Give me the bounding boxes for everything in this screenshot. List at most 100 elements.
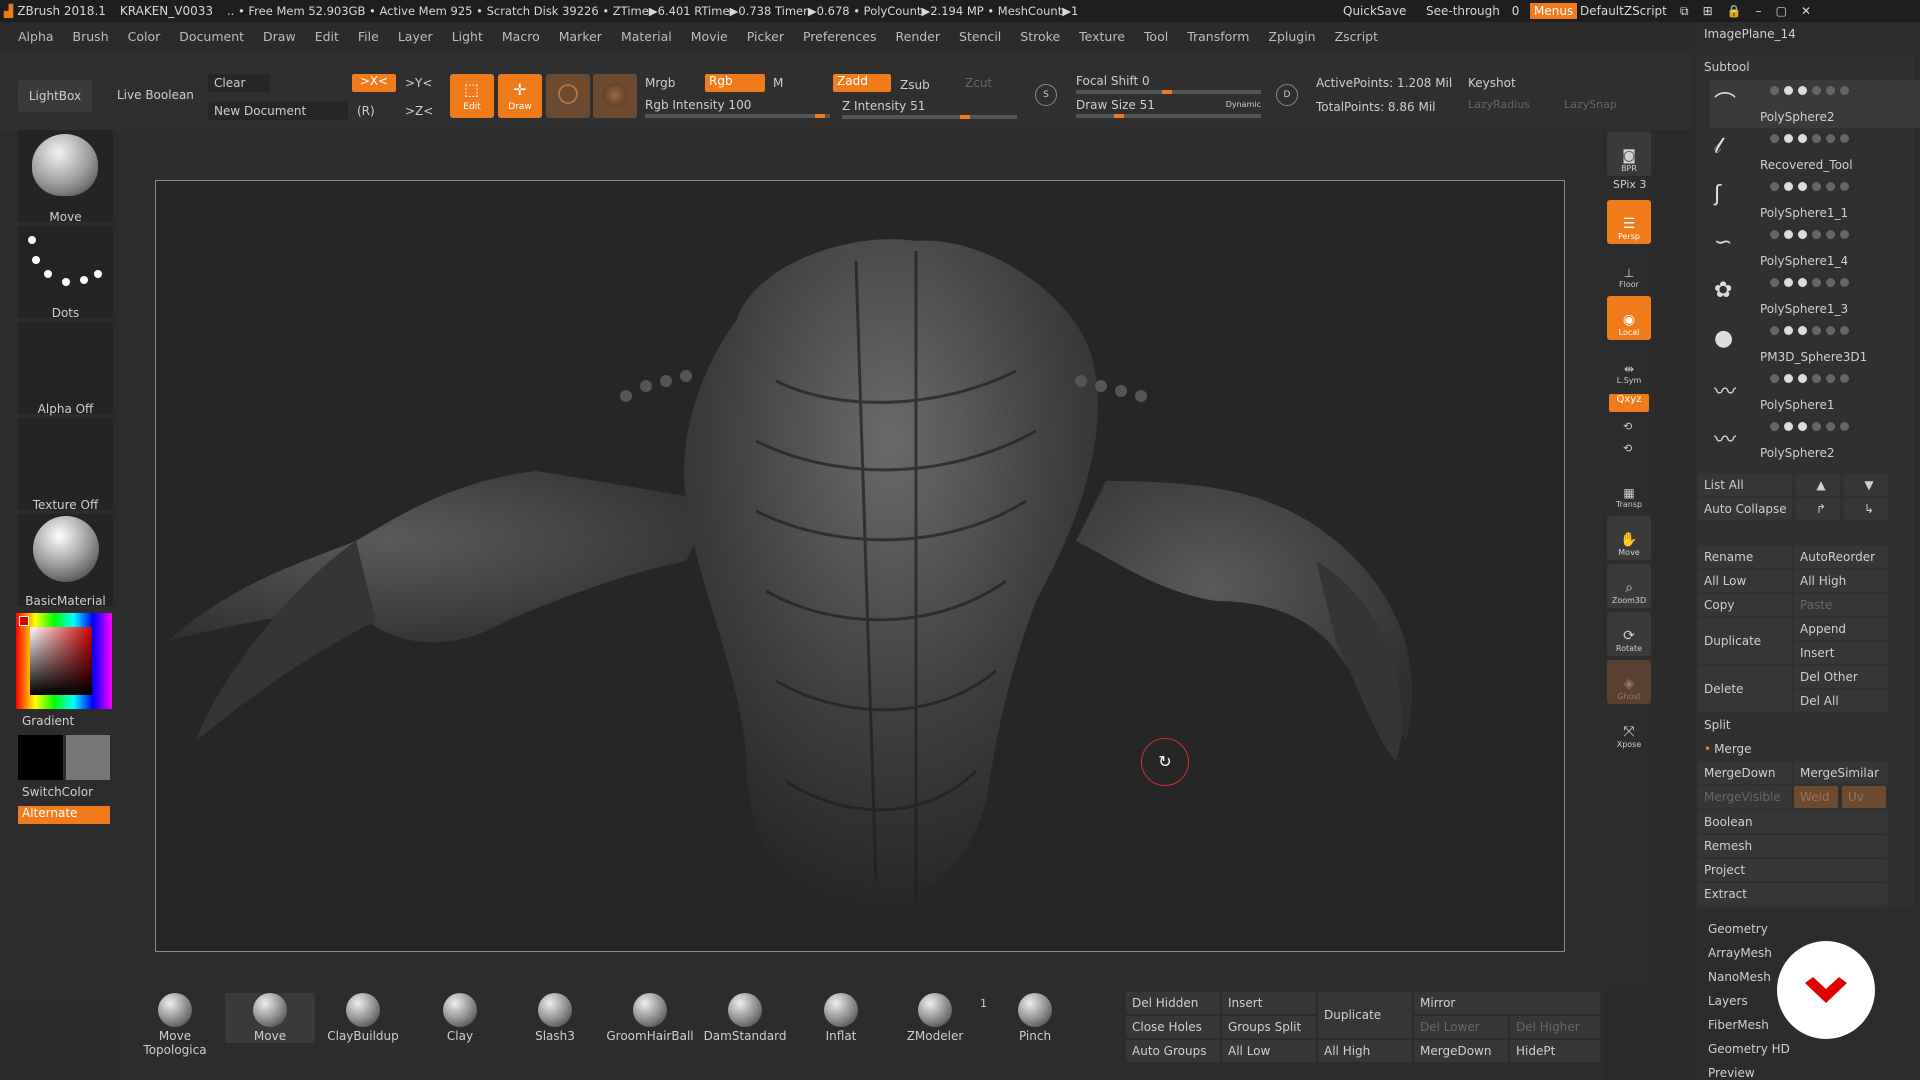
del-lower-button[interactable]: Del Lower	[1414, 1016, 1508, 1038]
menu-movie[interactable]: Movie	[691, 29, 728, 44]
clear-button[interactable]: Clear	[208, 74, 270, 92]
subtool-toggle-icon[interactable]	[1798, 86, 1807, 95]
brush-zmodeler[interactable]: ZModeler	[890, 993, 980, 1043]
boolean-button[interactable]: Boolean	[1698, 811, 1888, 833]
alpha-thumbnail[interactable]: Alpha Off	[18, 322, 113, 416]
arrow-down-right-button[interactable]: ↳	[1844, 498, 1888, 520]
document-viewport[interactable]: ↻	[155, 180, 1565, 952]
zscript-button[interactable]: DefaultZScript	[1580, 4, 1667, 18]
ghost-button[interactable]: ◈ Ghost	[1607, 660, 1651, 704]
menus-button[interactable]: Menus	[1530, 3, 1578, 19]
move-down-button[interactable]: ▼	[1844, 474, 1888, 496]
subtool-toggle-icon[interactable]	[1798, 278, 1807, 287]
subtool-toggle-icon[interactable]	[1826, 86, 1835, 95]
rotate-view-button[interactable]: ⟳ Rotate	[1607, 612, 1651, 656]
subtool-toggle-icon[interactable]	[1840, 182, 1849, 191]
brush-claybuildup[interactable]: ClayBuildup	[318, 993, 408, 1043]
subtool-toggle-icon[interactable]	[1840, 278, 1849, 287]
subtool-toggle-icon[interactable]	[1798, 326, 1807, 335]
z-symmetry-button[interactable]: >Z<	[405, 104, 433, 118]
weld-button[interactable]: Weld	[1794, 786, 1838, 808]
lightbox-button[interactable]: LightBox	[18, 80, 92, 112]
subtool-toggle-icon[interactable]	[1770, 422, 1779, 431]
subtool-toggle-icon[interactable]	[1784, 326, 1793, 335]
lsym-button[interactable]: ⇹ L.Sym	[1607, 344, 1651, 388]
floor-button[interactable]: ⊥ Floor	[1607, 248, 1651, 292]
copy-button[interactable]: Copy	[1698, 594, 1792, 616]
subtool-toggle-icon[interactable]	[1812, 422, 1821, 431]
subtool-item[interactable]: ● PM3D_Sphere3D1	[1710, 320, 1920, 368]
subtool-toggle-icon[interactable]	[1812, 374, 1821, 383]
primary-color-swatch[interactable]	[18, 735, 63, 780]
paste-button[interactable]: Paste	[1794, 594, 1888, 616]
menu-light[interactable]: Light	[452, 29, 483, 44]
subtool-toggle-icon[interactable]	[1798, 134, 1807, 143]
alternate-button[interactable]: Alternate	[18, 806, 110, 824]
focal-shift-s-icon[interactable]: S	[1035, 84, 1057, 106]
subtool-toggle-icon[interactable]	[1826, 134, 1835, 143]
groups-split-button[interactable]: Groups Split	[1222, 1016, 1316, 1038]
z-intensity-slider[interactable]: Z Intensity 51	[842, 99, 1017, 119]
brush-move-topologica[interactable]: Move Topologica	[130, 993, 220, 1057]
menu-layer[interactable]: Layer	[398, 29, 433, 44]
nanomesh-menu[interactable]: NanoMesh	[1708, 970, 1771, 984]
close-holes-button[interactable]: Close Holes	[1126, 1016, 1220, 1038]
subtool-toggle-icon[interactable]	[1770, 230, 1779, 239]
subtool-toggle-icon[interactable]	[1798, 374, 1807, 383]
menu-stroke[interactable]: Stroke	[1020, 29, 1060, 44]
menu-tool[interactable]: Tool	[1144, 29, 1168, 44]
menu-render[interactable]: Render	[896, 29, 941, 44]
brush-clay[interactable]: Clay	[415, 993, 505, 1043]
subtool-item[interactable]: 〰 PolySphere1	[1710, 368, 1920, 416]
menu-stencil[interactable]: Stencil	[959, 29, 1001, 44]
subtool-toggle-icon[interactable]	[1784, 422, 1793, 431]
material-thumbnail[interactable]: BasicMaterial	[18, 514, 113, 608]
all-low-button[interactable]: All Low	[1698, 570, 1792, 592]
live-boolean-button[interactable]: Live Boolean	[117, 88, 194, 102]
menu-transform[interactable]: Transform	[1187, 29, 1249, 44]
lazyradius-slider[interactable]: LazyRadius	[1468, 98, 1530, 111]
mirror-button[interactable]: Mirror	[1414, 992, 1600, 1014]
lazysnap-slider[interactable]: LazySnap	[1564, 98, 1617, 111]
subtool-toggle-icon[interactable]	[1812, 182, 1821, 191]
stroke-thumbnail[interactable]: Dots	[18, 226, 113, 320]
menu-draw[interactable]: Draw	[263, 29, 296, 44]
bpr-button[interactable]: ◙ BPR	[1607, 132, 1651, 176]
subtool-item[interactable]: ⌒ PolySphere2	[1710, 80, 1920, 128]
append-button[interactable]: Append	[1794, 618, 1888, 640]
auto-groups-button[interactable]: Auto Groups	[1126, 1040, 1220, 1062]
remesh-button[interactable]: Remesh	[1698, 835, 1888, 857]
m-button[interactable]: M	[773, 76, 783, 90]
subtool-toggle-icon[interactable]	[1812, 230, 1821, 239]
subtool-toggle-icon[interactable]	[1812, 326, 1821, 335]
list-all-button[interactable]: List All	[1698, 474, 1792, 496]
menu-preferences[interactable]: Preferences	[803, 29, 877, 44]
rotate-z-icon[interactable]: ⟲	[1623, 442, 1632, 455]
subtool-toggle-icon[interactable]	[1784, 182, 1793, 191]
subtool-toggle-icon[interactable]	[1826, 230, 1835, 239]
imageplane-label[interactable]: ImagePlane_14	[1704, 27, 1796, 41]
subtool-toggle-icon[interactable]	[1812, 278, 1821, 287]
del-higher-button[interactable]: Del Higher	[1510, 1016, 1600, 1038]
bottom-mergedown-button[interactable]: MergeDown	[1414, 1040, 1508, 1062]
zadd-button[interactable]: Zadd	[833, 74, 891, 92]
brush-slash3[interactable]: Slash3	[510, 993, 600, 1043]
subtool-item[interactable]: ∽ PolySphere1_4	[1710, 224, 1920, 272]
all-high-button[interactable]: All High	[1794, 570, 1888, 592]
gradient-label[interactable]: Gradient	[22, 714, 74, 728]
menu-document[interactable]: Document	[179, 29, 244, 44]
subtool-toggle-icon[interactable]	[1840, 230, 1849, 239]
menu-edit[interactable]: Edit	[315, 29, 339, 44]
brush-damstandard[interactable]: DamStandard	[700, 993, 790, 1043]
seethrough-slider[interactable]: See-through 0	[1426, 4, 1519, 18]
close-icon[interactable]: ✕	[1801, 4, 1825, 18]
zcut-button[interactable]: Zcut	[965, 76, 992, 90]
subtool-toggle-icon[interactable]	[1812, 134, 1821, 143]
arrow-up-right-button[interactable]: ↱	[1796, 498, 1840, 520]
delete-button[interactable]: Delete	[1698, 666, 1792, 712]
subtool-toggle-icon[interactable]	[1784, 86, 1793, 95]
focal-shift-slider[interactable]: Focal Shift 0	[1076, 74, 1261, 94]
subtool-toggle-icon[interactable]	[1840, 134, 1849, 143]
geometry-hd-menu[interactable]: Geometry HD	[1708, 1042, 1790, 1056]
quicksave-button[interactable]: QuickSave	[1343, 4, 1406, 18]
